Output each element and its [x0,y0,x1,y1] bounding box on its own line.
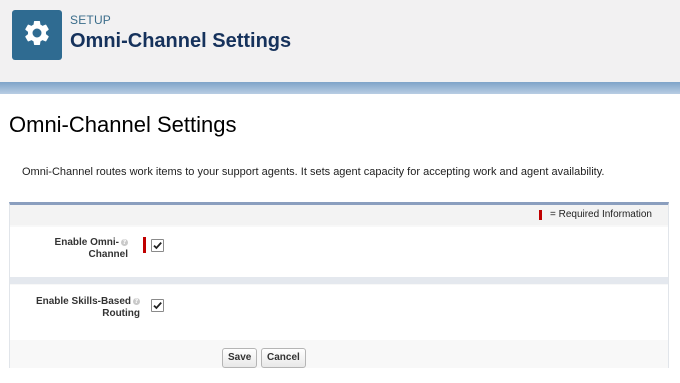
enable-skills-routing-label: Enable Skills-Based? Routing [36,296,140,320]
help-icon[interactable]: ? [121,238,128,246]
row-separator [10,277,668,284]
enable-omni-channel-label-line1: Enable Omni- [54,237,119,248]
gear-icon [22,18,52,53]
setting-row-skills-routing: Enable Skills-Based? Routing [10,285,668,340]
enable-omni-channel-label: Enable Omni-? Channel [55,237,128,261]
settings-form: = Required Information Enable Omni-? Cha… [9,202,669,368]
required-info-bar: = Required Information [10,205,668,225]
page-title: Omni-Channel Settings [9,112,237,137]
form-button-row: Save Cancel [10,341,668,368]
header-title: Omni-Channel Settings [70,30,292,52]
cancel-button[interactable]: Cancel [261,348,306,368]
enable-skills-routing-label-line2: Routing [102,308,140,319]
setup-gear-tile [12,10,62,60]
enable-omni-channel-checkbox[interactable] [151,239,164,252]
required-indicator [143,237,146,253]
enable-skills-routing-checkbox[interactable] [151,299,164,312]
enable-omni-channel-label-line2: Channel [88,249,128,260]
setting-row-omni-channel: Enable Omni-? Channel [10,227,668,277]
page-description: Omni-Channel routes work items to your s… [22,166,605,178]
help-icon[interactable]: ? [133,297,140,305]
checkmark-icon [153,242,162,250]
setup-section-label: SETUP [70,13,112,27]
checkmark-icon [153,302,162,310]
header-divider-stripe [0,82,680,94]
enable-skills-routing-label-line1: Enable Skills-Based [35,296,131,307]
required-legend-text: = Required Information [549,209,652,220]
setup-header: SETUP Omni-Channel Settings [0,0,680,82]
save-button[interactable]: Save [222,348,258,368]
required-marker [538,209,542,220]
required-legend: = Required Information [538,209,652,220]
